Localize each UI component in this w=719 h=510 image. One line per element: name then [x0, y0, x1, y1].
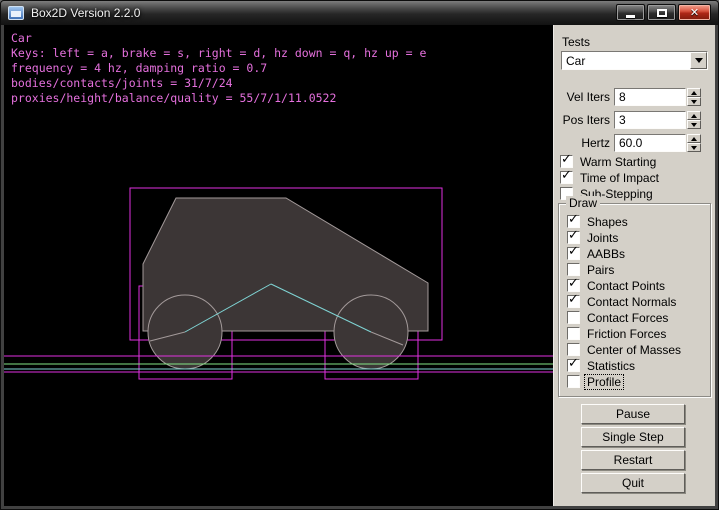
test-select-value: Car — [562, 54, 690, 68]
checkbox-center-of-masses[interactable]: Center of Masses — [567, 342, 683, 357]
checkbox-icon — [560, 171, 573, 184]
stats-bodies-text: bodies/contacts/joints = 31/7/24 — [11, 76, 426, 91]
pos-iters-row: Pos Iters — [554, 111, 712, 129]
simulation-canvas[interactable]: Car Keys: left = a, brake = s, right = d… — [4, 25, 553, 506]
test-title-text: Car — [11, 31, 426, 46]
app-icon — [8, 6, 24, 20]
spinner-down-icon — [691, 146, 697, 150]
checkbox-icon — [567, 375, 580, 388]
checkbox-profile[interactable]: Profile — [567, 374, 623, 389]
warm-starting-checkbox[interactable]: Warm Starting — [560, 154, 658, 169]
pause-button[interactable]: Pause — [581, 404, 685, 424]
checkbox-icon — [560, 155, 573, 168]
checkbox-icon — [567, 327, 580, 340]
checkbox-icon — [567, 247, 580, 260]
test-select[interactable]: Car — [561, 51, 708, 70]
draw-group: Draw Shapes Joints AABBs Pairs — [558, 203, 711, 397]
control-panel: Tests Car Vel Iters Pos Iters — [553, 25, 715, 506]
checkbox-aabbs[interactable]: AABBs — [567, 246, 627, 261]
stats-proxies-text: proxies/height/balance/quality = 55/7/1/… — [11, 91, 426, 106]
spinner-down-icon — [691, 100, 697, 104]
window-title: Box2D Version 2.2.0 — [31, 6, 140, 20]
minimize-icon — [626, 15, 635, 18]
maximize-icon — [657, 9, 667, 17]
restart-button[interactable]: Restart — [581, 450, 685, 470]
checkbox-friction-forces[interactable]: Friction Forces — [567, 326, 668, 341]
checkbox-contact-points[interactable]: Contact Points — [567, 278, 667, 293]
checkbox-pairs[interactable]: Pairs — [567, 262, 616, 277]
checkbox-icon — [567, 231, 580, 244]
spinner-up-icon — [691, 114, 697, 118]
checkbox-contact-normals[interactable]: Contact Normals — [567, 294, 678, 309]
checkbox-icon — [567, 359, 580, 372]
checkbox-joints[interactable]: Joints — [567, 230, 620, 245]
vel-iters-label: Vel Iters — [554, 90, 614, 104]
test-select-dropdown-button[interactable] — [690, 52, 707, 69]
spinner-down-icon — [691, 123, 697, 127]
quit-button[interactable]: Quit — [581, 473, 685, 493]
maximize-button[interactable] — [647, 4, 676, 21]
minimize-button[interactable] — [616, 4, 645, 21]
single-step-button[interactable]: Single Step — [581, 427, 685, 447]
vel-iters-input[interactable] — [614, 88, 686, 106]
keys-help-text: Keys: left = a, brake = s, right = d, hz… — [11, 46, 426, 61]
pos-iters-input[interactable] — [614, 111, 686, 129]
vel-iters-row: Vel Iters — [554, 88, 712, 106]
debug-text-overlay: Car Keys: left = a, brake = s, right = d… — [11, 31, 426, 106]
frequency-text: frequency = 4 hz, damping ratio = 0.7 — [11, 61, 426, 76]
chevron-down-icon — [695, 58, 703, 63]
vel-iters-up-button[interactable] — [687, 88, 701, 97]
checkbox-icon — [567, 295, 580, 308]
tests-label: Tests — [562, 35, 590, 49]
spinner-up-icon — [691, 137, 697, 141]
checkbox-icon — [567, 343, 580, 356]
hertz-row: Hertz — [554, 134, 712, 152]
checkbox-icon — [567, 279, 580, 292]
pos-iters-label: Pos Iters — [554, 113, 614, 127]
time-of-impact-checkbox[interactable]: Time of Impact — [560, 170, 661, 185]
checkbox-shapes[interactable]: Shapes — [567, 214, 630, 229]
close-button[interactable]: ✕ — [678, 4, 711, 21]
vel-iters-down-button[interactable] — [687, 97, 701, 106]
title-bar[interactable]: Box2D Version 2.2.0 ✕ — [1, 1, 718, 25]
window-controls: ✕ — [616, 4, 711, 21]
checkbox-icon — [567, 263, 580, 276]
close-icon: ✕ — [690, 7, 699, 18]
hertz-input[interactable] — [614, 134, 686, 152]
hertz-label: Hertz — [554, 136, 614, 150]
spinner-up-icon — [691, 91, 697, 95]
draw-group-title: Draw — [566, 196, 600, 210]
checkbox-statistics[interactable]: Statistics — [567, 358, 637, 373]
checkbox-contact-forces[interactable]: Contact Forces — [567, 310, 670, 325]
app-window: Box2D Version 2.2.0 ✕ — [0, 0, 719, 510]
pos-iters-up-button[interactable] — [687, 111, 701, 120]
pos-iters-down-button[interactable] — [687, 120, 701, 129]
hertz-up-button[interactable] — [687, 134, 701, 143]
hertz-down-button[interactable] — [687, 143, 701, 152]
checkbox-icon — [567, 311, 580, 324]
checkbox-icon — [567, 215, 580, 228]
window-content: Car Keys: left = a, brake = s, right = d… — [4, 25, 715, 506]
